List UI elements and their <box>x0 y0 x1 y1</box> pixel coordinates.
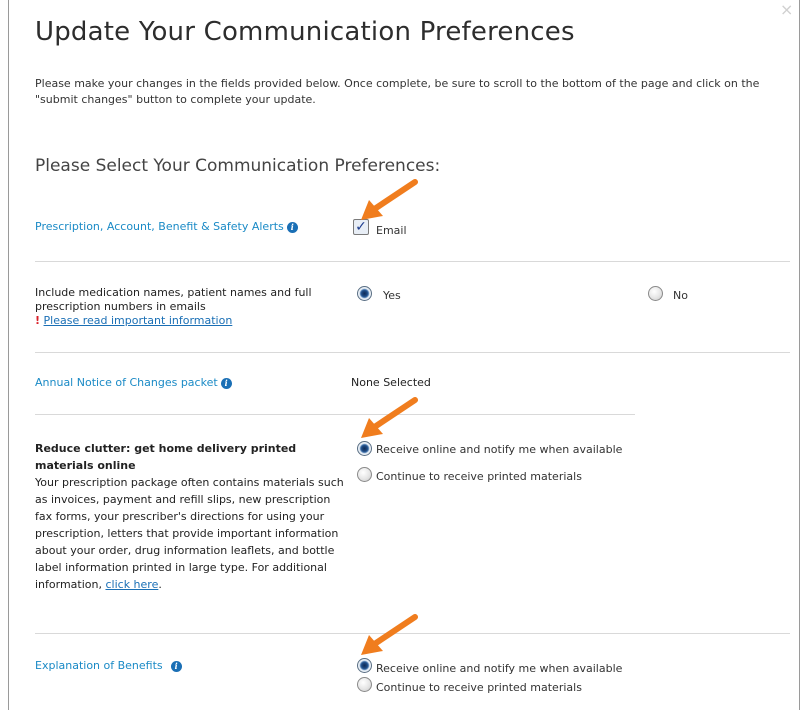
section-heading: Please Select Your Communication Prefere… <box>35 156 441 176</box>
yes-label: Yes <box>383 289 401 302</box>
annotation-arrow-icon <box>361 179 418 220</box>
click-here-link[interactable]: click here <box>105 578 158 591</box>
reduce-clutter-description: Your prescription package often contains… <box>35 476 344 591</box>
important-mark: ! <box>35 314 41 327</box>
eob-label-row: Explanation of Benefits i <box>35 659 182 672</box>
yes-radio[interactable] <box>357 286 372 301</box>
alerts-label-row: Prescription, Account, Benefit & Safety … <box>35 220 298 233</box>
include-names-block: Include medication names, patient names … <box>35 286 335 328</box>
annual-notice-label-row: Annual Notice of Changes packet i <box>35 376 232 389</box>
important-info-link[interactable]: Please read important information <box>44 314 233 327</box>
page-title: Update Your Communication Preferences <box>35 17 575 47</box>
divider <box>35 414 635 415</box>
eob-online-label: Receive online and notify me when availa… <box>376 662 623 675</box>
eob-printed-label: Continue to receive printed materials <box>376 681 582 694</box>
reduce-clutter-block: Reduce clutter: get home delivery printe… <box>35 440 345 593</box>
close-icon[interactable]: × <box>780 2 793 18</box>
annotation-arrow-icon <box>361 614 418 655</box>
info-icon[interactable]: i <box>170 660 182 672</box>
eob-printed-radio[interactable] <box>357 677 372 692</box>
info-icon[interactable]: i <box>286 221 298 233</box>
preferences-modal: × Update Your Communication Preferences … <box>8 0 800 710</box>
include-names-label: Include medication names, patient names … <box>35 286 312 313</box>
reduce-printed-radio[interactable] <box>357 467 372 482</box>
divider <box>35 261 790 262</box>
annual-notice-value: None Selected <box>351 376 431 389</box>
annual-notice-label: Annual Notice of Changes packet <box>35 376 218 389</box>
no-radio[interactable] <box>648 286 663 301</box>
alerts-label: Prescription, Account, Benefit & Safety … <box>35 220 284 233</box>
annotation-arrow-icon <box>361 397 418 438</box>
reduce-clutter-heading: Reduce clutter: get home delivery printe… <box>35 442 297 472</box>
eob-label: Explanation of Benefits <box>35 659 163 672</box>
link-suffix: . <box>158 578 162 591</box>
no-label: No <box>673 289 688 302</box>
intro-text: Please make your changes in the fields p… <box>35 77 760 106</box>
info-icon[interactable]: i <box>220 377 232 389</box>
reduce-printed-label: Continue to receive printed materials <box>376 470 582 483</box>
divider <box>35 352 790 353</box>
